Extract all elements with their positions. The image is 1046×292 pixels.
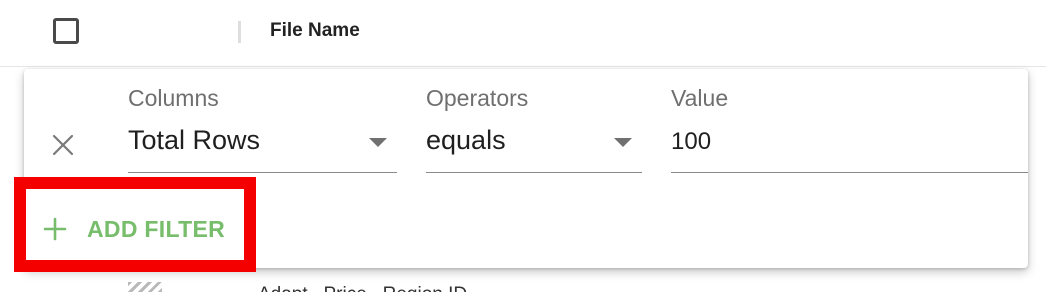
operators-selected-value: equals — [426, 125, 506, 155]
add-filter-label: ADD FILTER — [87, 215, 226, 242]
table-row: Adapt...Price...Region ID — [0, 272, 1046, 292]
operators-select[interactable]: equals — [426, 121, 642, 173]
value-label: Value — [671, 85, 729, 111]
operators-label: Operators — [426, 85, 529, 111]
value-input-text: 100 — [671, 128, 712, 155]
columns-label: Columns — [128, 85, 219, 111]
table-row-file-name: Adapt...Price...Region ID — [258, 284, 467, 292]
add-filter-button[interactable]: ADD FILTER — [43, 209, 225, 249]
filter-panel: Columns Total Rows Operators equals Valu… — [24, 69, 1028, 268]
plus-icon — [43, 217, 67, 241]
column-separator[interactable] — [238, 21, 241, 43]
chevron-down-icon — [369, 138, 387, 147]
remove-filter-button[interactable] — [50, 132, 76, 158]
table-header: File Name — [0, 0, 1046, 67]
page: File Name Adapt...Price...Region ID Colu… — [0, 0, 1046, 292]
close-icon — [50, 132, 76, 158]
columns-selected-value: Total Rows — [128, 125, 261, 155]
file-type-icon — [128, 282, 162, 292]
column-header-file-name[interactable]: File Name — [270, 20, 360, 42]
value-input[interactable]: 100 — [671, 121, 1028, 173]
columns-select[interactable]: Total Rows — [128, 121, 397, 173]
select-all-checkbox[interactable] — [53, 18, 79, 44]
chevron-down-icon — [614, 138, 632, 147]
